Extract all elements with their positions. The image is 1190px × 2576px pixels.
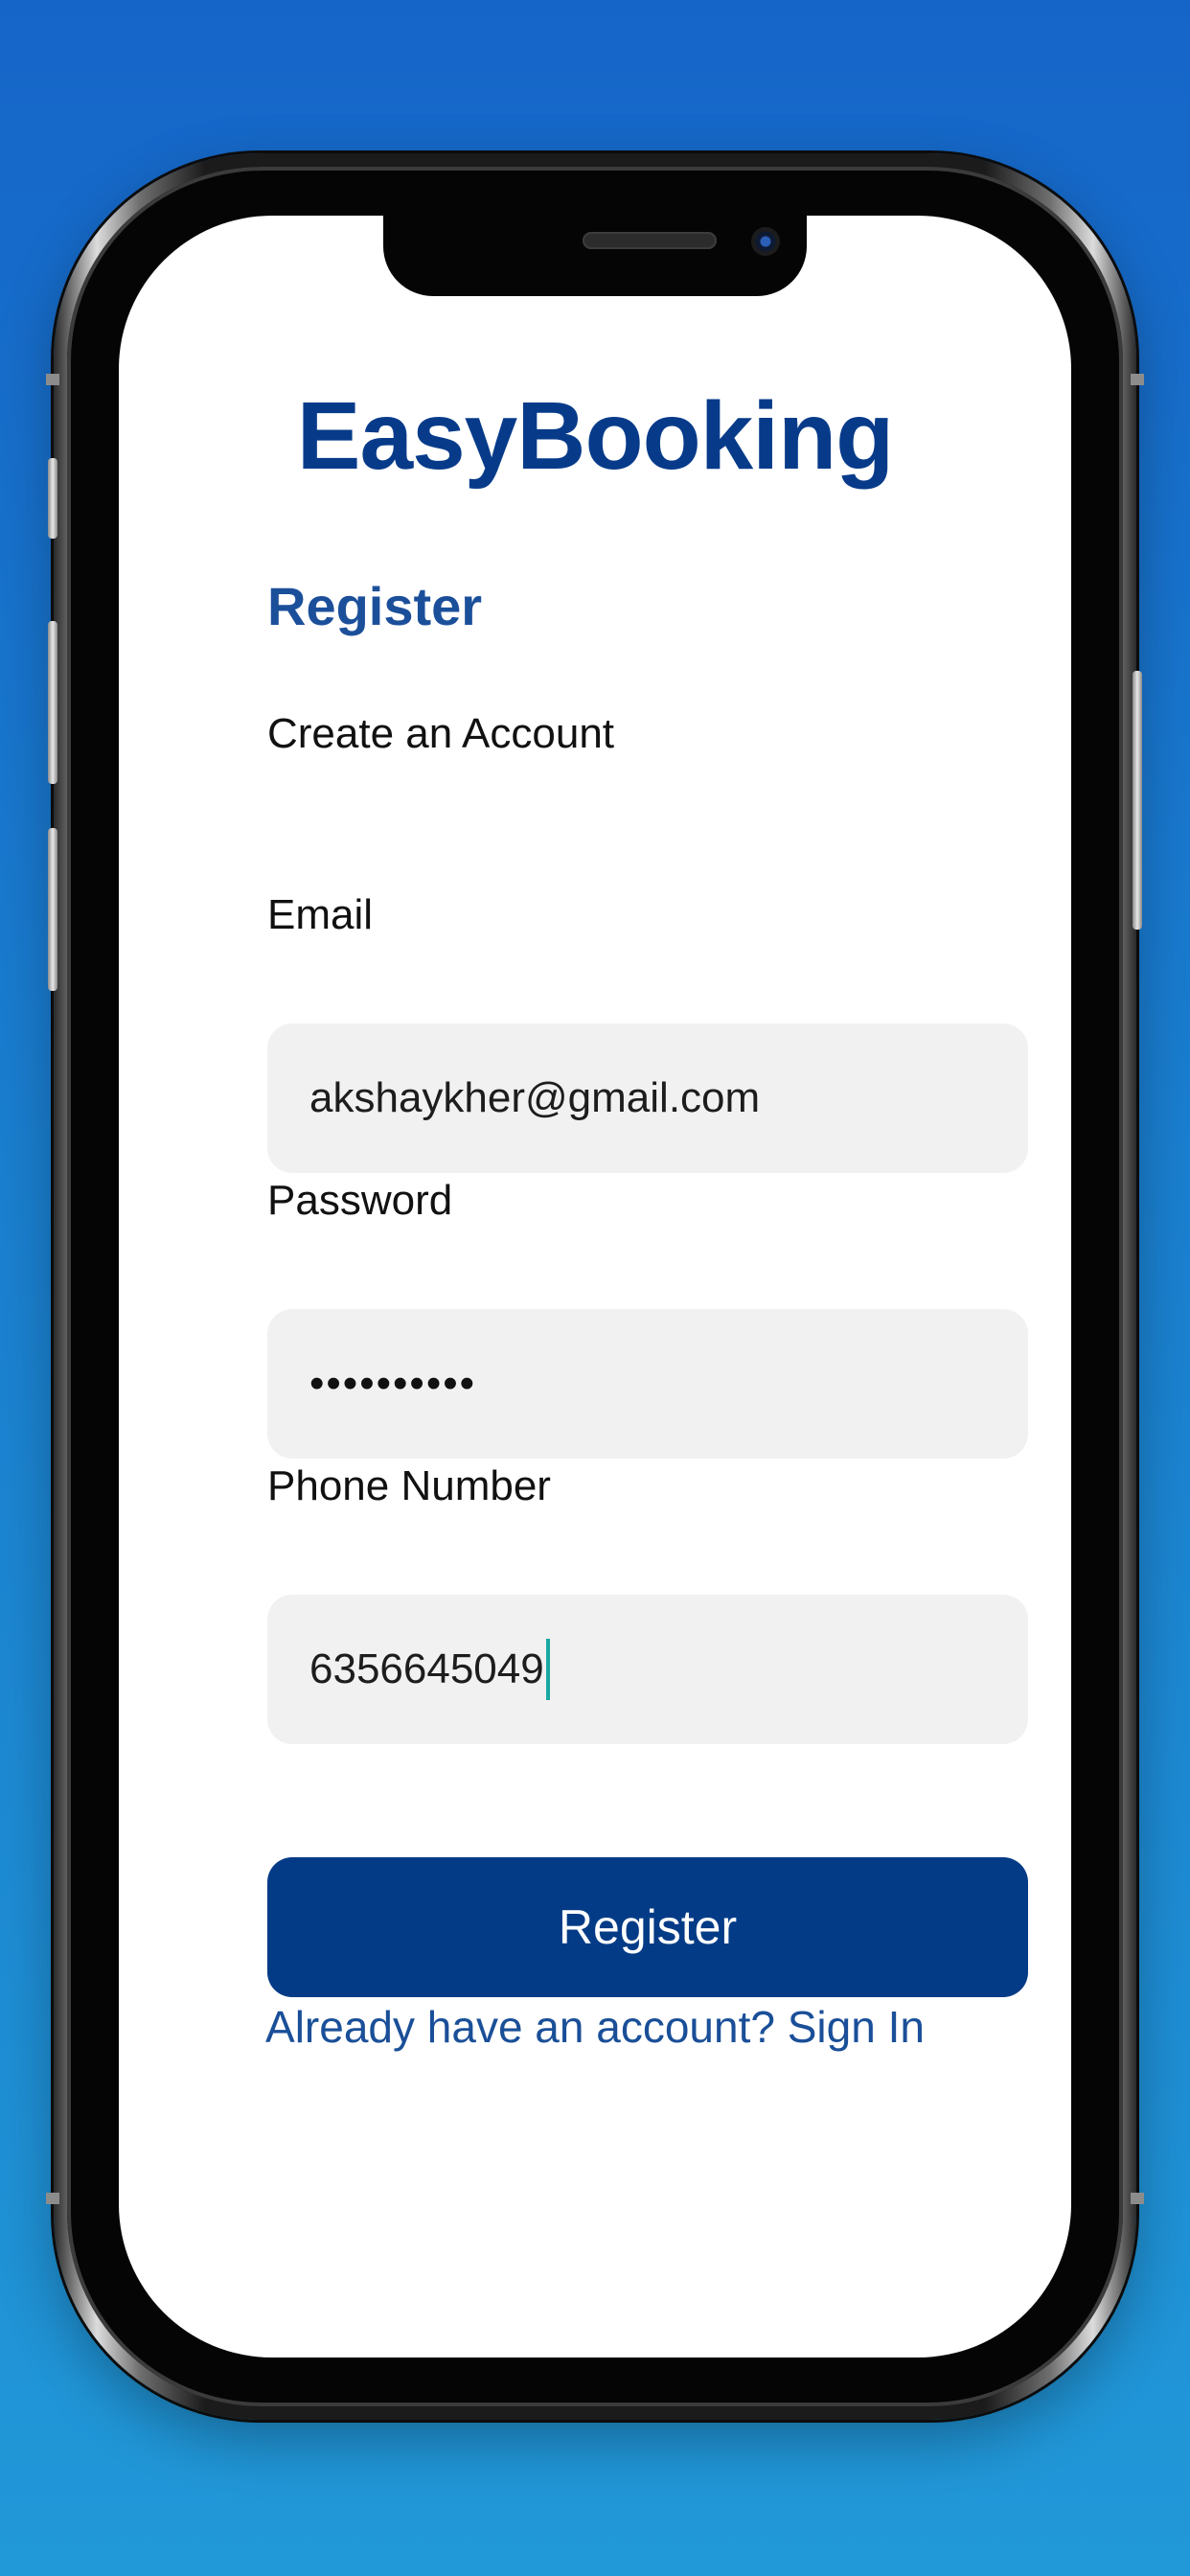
- antenna-band: [1131, 2193, 1144, 2204]
- mute-switch: [48, 458, 57, 539]
- antenna-band: [46, 374, 59, 385]
- sign-in-link[interactable]: Already have an account? Sign In: [119, 2005, 1071, 2049]
- power-button: [1133, 671, 1142, 930]
- phone-frame: EasyBooking Register Create an Account E…: [46, 153, 1144, 2420]
- phone-number-value: 6356645049: [309, 1645, 544, 1692]
- notch: [383, 216, 807, 296]
- email-value: akshaykher@gmail.com: [309, 1074, 761, 1121]
- phone-number-label: Phone Number: [267, 1462, 551, 1509]
- phone-screen: EasyBooking Register Create an Account E…: [119, 216, 1071, 2358]
- antenna-band: [46, 2193, 59, 2204]
- text-caret: [545, 1639, 550, 1700]
- password-label: Password: [267, 1177, 453, 1224]
- phone-number-field[interactable]: 6356645049: [267, 1595, 1028, 1744]
- password-field[interactable]: ••••••••••: [267, 1309, 1028, 1459]
- speaker-grille: [583, 232, 717, 249]
- app-title: EasyBooking: [296, 382, 895, 490]
- register-button[interactable]: Register: [267, 1857, 1028, 1997]
- email-label: Email: [267, 891, 374, 938]
- page-subtitle: Create an Account: [267, 710, 615, 757]
- front-camera-icon: [751, 227, 780, 256]
- volume-up-button: [48, 621, 57, 784]
- email-field[interactable]: akshaykher@gmail.com: [267, 1024, 1028, 1173]
- password-value: ••••••••••: [309, 1360, 477, 1407]
- page-heading: Register: [267, 576, 483, 636]
- volume-down-button: [48, 828, 57, 991]
- antenna-band: [1131, 374, 1144, 385]
